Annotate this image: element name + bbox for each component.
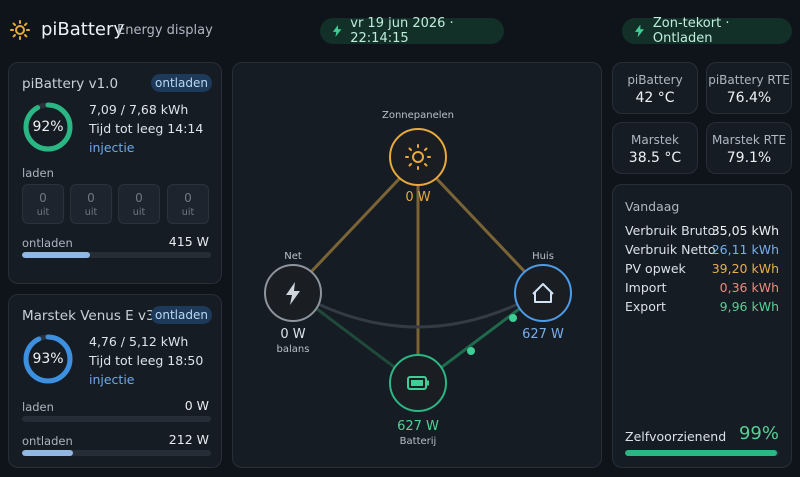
- home-value: 627 W: [522, 327, 564, 342]
- temp-name: Marstek: [631, 133, 679, 147]
- mode-link[interactable]: injectie: [89, 140, 135, 155]
- battery-card-pibattery: piBattery v1.0 ontladen 92% 7,09 / 7,68 …: [8, 62, 222, 284]
- energy-text: 4,76 / 5,12 kWh: [89, 334, 189, 349]
- grid-value: 0 W: [280, 327, 306, 342]
- home-node[interactable]: [514, 264, 572, 322]
- energy-flow-diagram: [264, 128, 572, 412]
- soc-value: 92%: [32, 119, 64, 135]
- today-row-value: 9,96 kWh: [719, 299, 779, 314]
- today-row-name: Import: [625, 280, 667, 295]
- app-title: piBattery: [41, 19, 125, 40]
- bolt-icon: [332, 25, 342, 37]
- today-title: Vandaag: [625, 199, 680, 214]
- temp-name: piBattery: [627, 73, 683, 87]
- battery-name: piBattery v1.0: [22, 76, 119, 92]
- solar-node[interactable]: [389, 128, 447, 186]
- self-sufficiency-label: Zelfvoorzienend: [625, 429, 727, 444]
- today-row-value: 35,05 kWh: [711, 223, 779, 238]
- discharge-label: ontladen: [22, 434, 73, 448]
- temp-name: Marstek RTE: [711, 133, 787, 147]
- temp-value: 38.5 °C: [628, 150, 682, 166]
- today-row-name: Verbruik Netto: [625, 242, 716, 257]
- charge-label: laden: [22, 400, 54, 414]
- discharge-bar: [22, 252, 211, 258]
- datetime-text: vr 19 jun 2026 · 22:14:15: [350, 16, 454, 46]
- status-text: Zon-tekort · Ontladen: [652, 16, 730, 46]
- bolt-icon: [634, 24, 644, 38]
- temp-value: 42 °C: [635, 90, 675, 106]
- battery-state-badge: ontladen: [151, 74, 212, 92]
- charge-bar: [22, 416, 211, 422]
- temp-value: 79.1%: [726, 150, 772, 166]
- battery-state-badge: ontladen: [151, 306, 212, 324]
- discharge-value: 212 W: [168, 432, 209, 447]
- status-badge: Zon-tekort · Ontladen: [622, 16, 792, 46]
- solar-value: 0 W: [405, 190, 431, 205]
- temp-value: 76.4%: [726, 90, 772, 106]
- battery-card-marstek: Marstek Venus E v3.0 ontladen 93% 4,76 /…: [8, 294, 222, 468]
- time-to-empty: Tijd tot leeg 18:50: [89, 353, 204, 368]
- today-row-value: 39,20 kWh: [711, 261, 779, 276]
- battery-name: Marstek Venus E v3.0: [22, 308, 168, 324]
- today-row-name: Export: [625, 299, 666, 314]
- grid-sublabel: balans: [276, 344, 310, 355]
- soc-value: 93%: [32, 351, 64, 367]
- charge-value: 0 W: [184, 398, 209, 413]
- mode-link[interactable]: injectie: [89, 372, 135, 387]
- discharge-label: ontladen: [22, 236, 73, 250]
- battery-value: 627 W: [397, 419, 439, 434]
- today-row-value: 26,11 kWh: [711, 242, 779, 257]
- module-cell: 0 uit: [167, 184, 209, 224]
- today-row-name: PV opwek: [625, 261, 686, 276]
- today-row-value: 0,36 kWh: [719, 280, 779, 295]
- temp-card: Marstek RTE 79.1%: [706, 122, 792, 174]
- solar-label: Zonnepanelen: [381, 110, 455, 121]
- charge-label: laden: [22, 166, 54, 180]
- self-sufficiency-bar: [625, 450, 779, 456]
- self-sufficiency-value: 99%: [738, 423, 779, 444]
- sun-icon: [10, 20, 30, 40]
- module-cell: 0 uit: [70, 184, 112, 224]
- module-cell: 0 uit: [22, 184, 64, 224]
- temp-card: Marstek 38.5 °C: [612, 122, 698, 174]
- temp-card: piBattery RTE 76.4%: [706, 62, 792, 114]
- flow-dot: [509, 314, 517, 322]
- time-to-empty: Tijd tot leeg 14:14: [89, 121, 204, 136]
- home-label: Huis: [532, 251, 554, 262]
- datetime-badge: vr 19 jun 2026 · 22:14:15: [320, 16, 504, 46]
- energy-text: 7,09 / 7,68 kWh: [89, 102, 189, 117]
- app-subtitle: Energy display: [117, 23, 213, 38]
- discharge-value: 415 W: [168, 234, 209, 249]
- temp-card: piBattery 42 °C: [612, 62, 698, 114]
- today-card: Vandaag Verbruik Bruto 35,05 kWh Verbrui…: [612, 184, 792, 468]
- discharge-bar: [22, 450, 211, 456]
- battery-sublabel: Batterij: [399, 436, 437, 447]
- grid-label: Net: [284, 251, 302, 262]
- temp-name: piBattery RTE: [708, 73, 790, 87]
- energy-flow-panel: Zonnepanelen 0 W Net 0 W balans Huis 627…: [232, 62, 602, 468]
- today-row-name: Verbruik Bruto: [625, 223, 716, 238]
- module-cell: 0 uit: [118, 184, 160, 224]
- flow-dot: [467, 347, 475, 355]
